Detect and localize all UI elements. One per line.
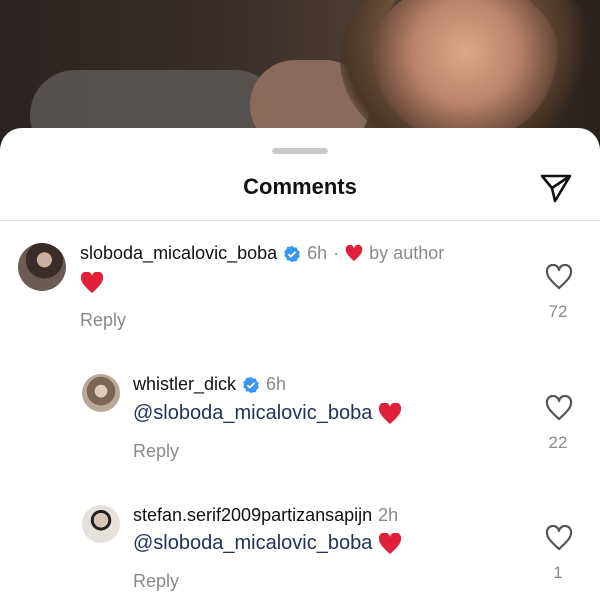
liked-by-author-label: by author [369,243,445,263]
comments-sheet: Comments sloboda_micalovic_boba 6h · by … [0,128,600,600]
comment-text: @sloboda_micalovic_boba [133,402,402,425]
comment-username[interactable]: sloboda_micalovic_boba [80,243,277,264]
reply-button[interactable]: Reply [80,310,126,331]
heart-emoji-icon [379,402,402,424]
comment-username[interactable]: stefan.serif2009partizansapijn [133,505,372,526]
verified-badge-icon [243,376,259,393]
comment-time: 6h [266,374,287,394]
post-photo-background [0,0,600,140]
like-count: 1 [553,563,563,582]
heart-outline-icon[interactable] [545,264,573,290]
heart-emoji-icon [379,532,402,554]
meta-separator: · [333,243,340,263]
comment-time: 6h [307,243,328,263]
avatar[interactable] [82,505,120,543]
comment-text [80,272,104,294]
heart-outline-icon[interactable] [545,525,573,551]
mention-link[interactable]: @sloboda_micalovic_boba [133,532,372,555]
like-count: 72 [548,302,568,321]
like-count: 22 [548,433,568,452]
avatar[interactable] [82,374,120,412]
sheet-drag-handle[interactable] [272,148,328,154]
heart-emoji-icon [345,245,363,261]
comment-username[interactable]: whistler_dick [133,374,236,395]
comment-text: @sloboda_micalovic_boba [133,532,402,555]
sheet-title: Comments [243,174,357,199]
reply-button[interactable]: Reply [133,441,179,462]
avatar[interactable] [18,243,66,291]
header-divider [0,220,600,221]
heart-emoji-icon [80,272,104,293]
heart-outline-icon[interactable] [545,395,573,421]
mention-link[interactable]: @sloboda_micalovic_boba [133,402,372,425]
send-icon[interactable] [538,170,574,206]
reply-button[interactable]: Reply [133,571,179,592]
comment-time: 2h [378,505,399,525]
verified-badge-icon [284,245,300,262]
